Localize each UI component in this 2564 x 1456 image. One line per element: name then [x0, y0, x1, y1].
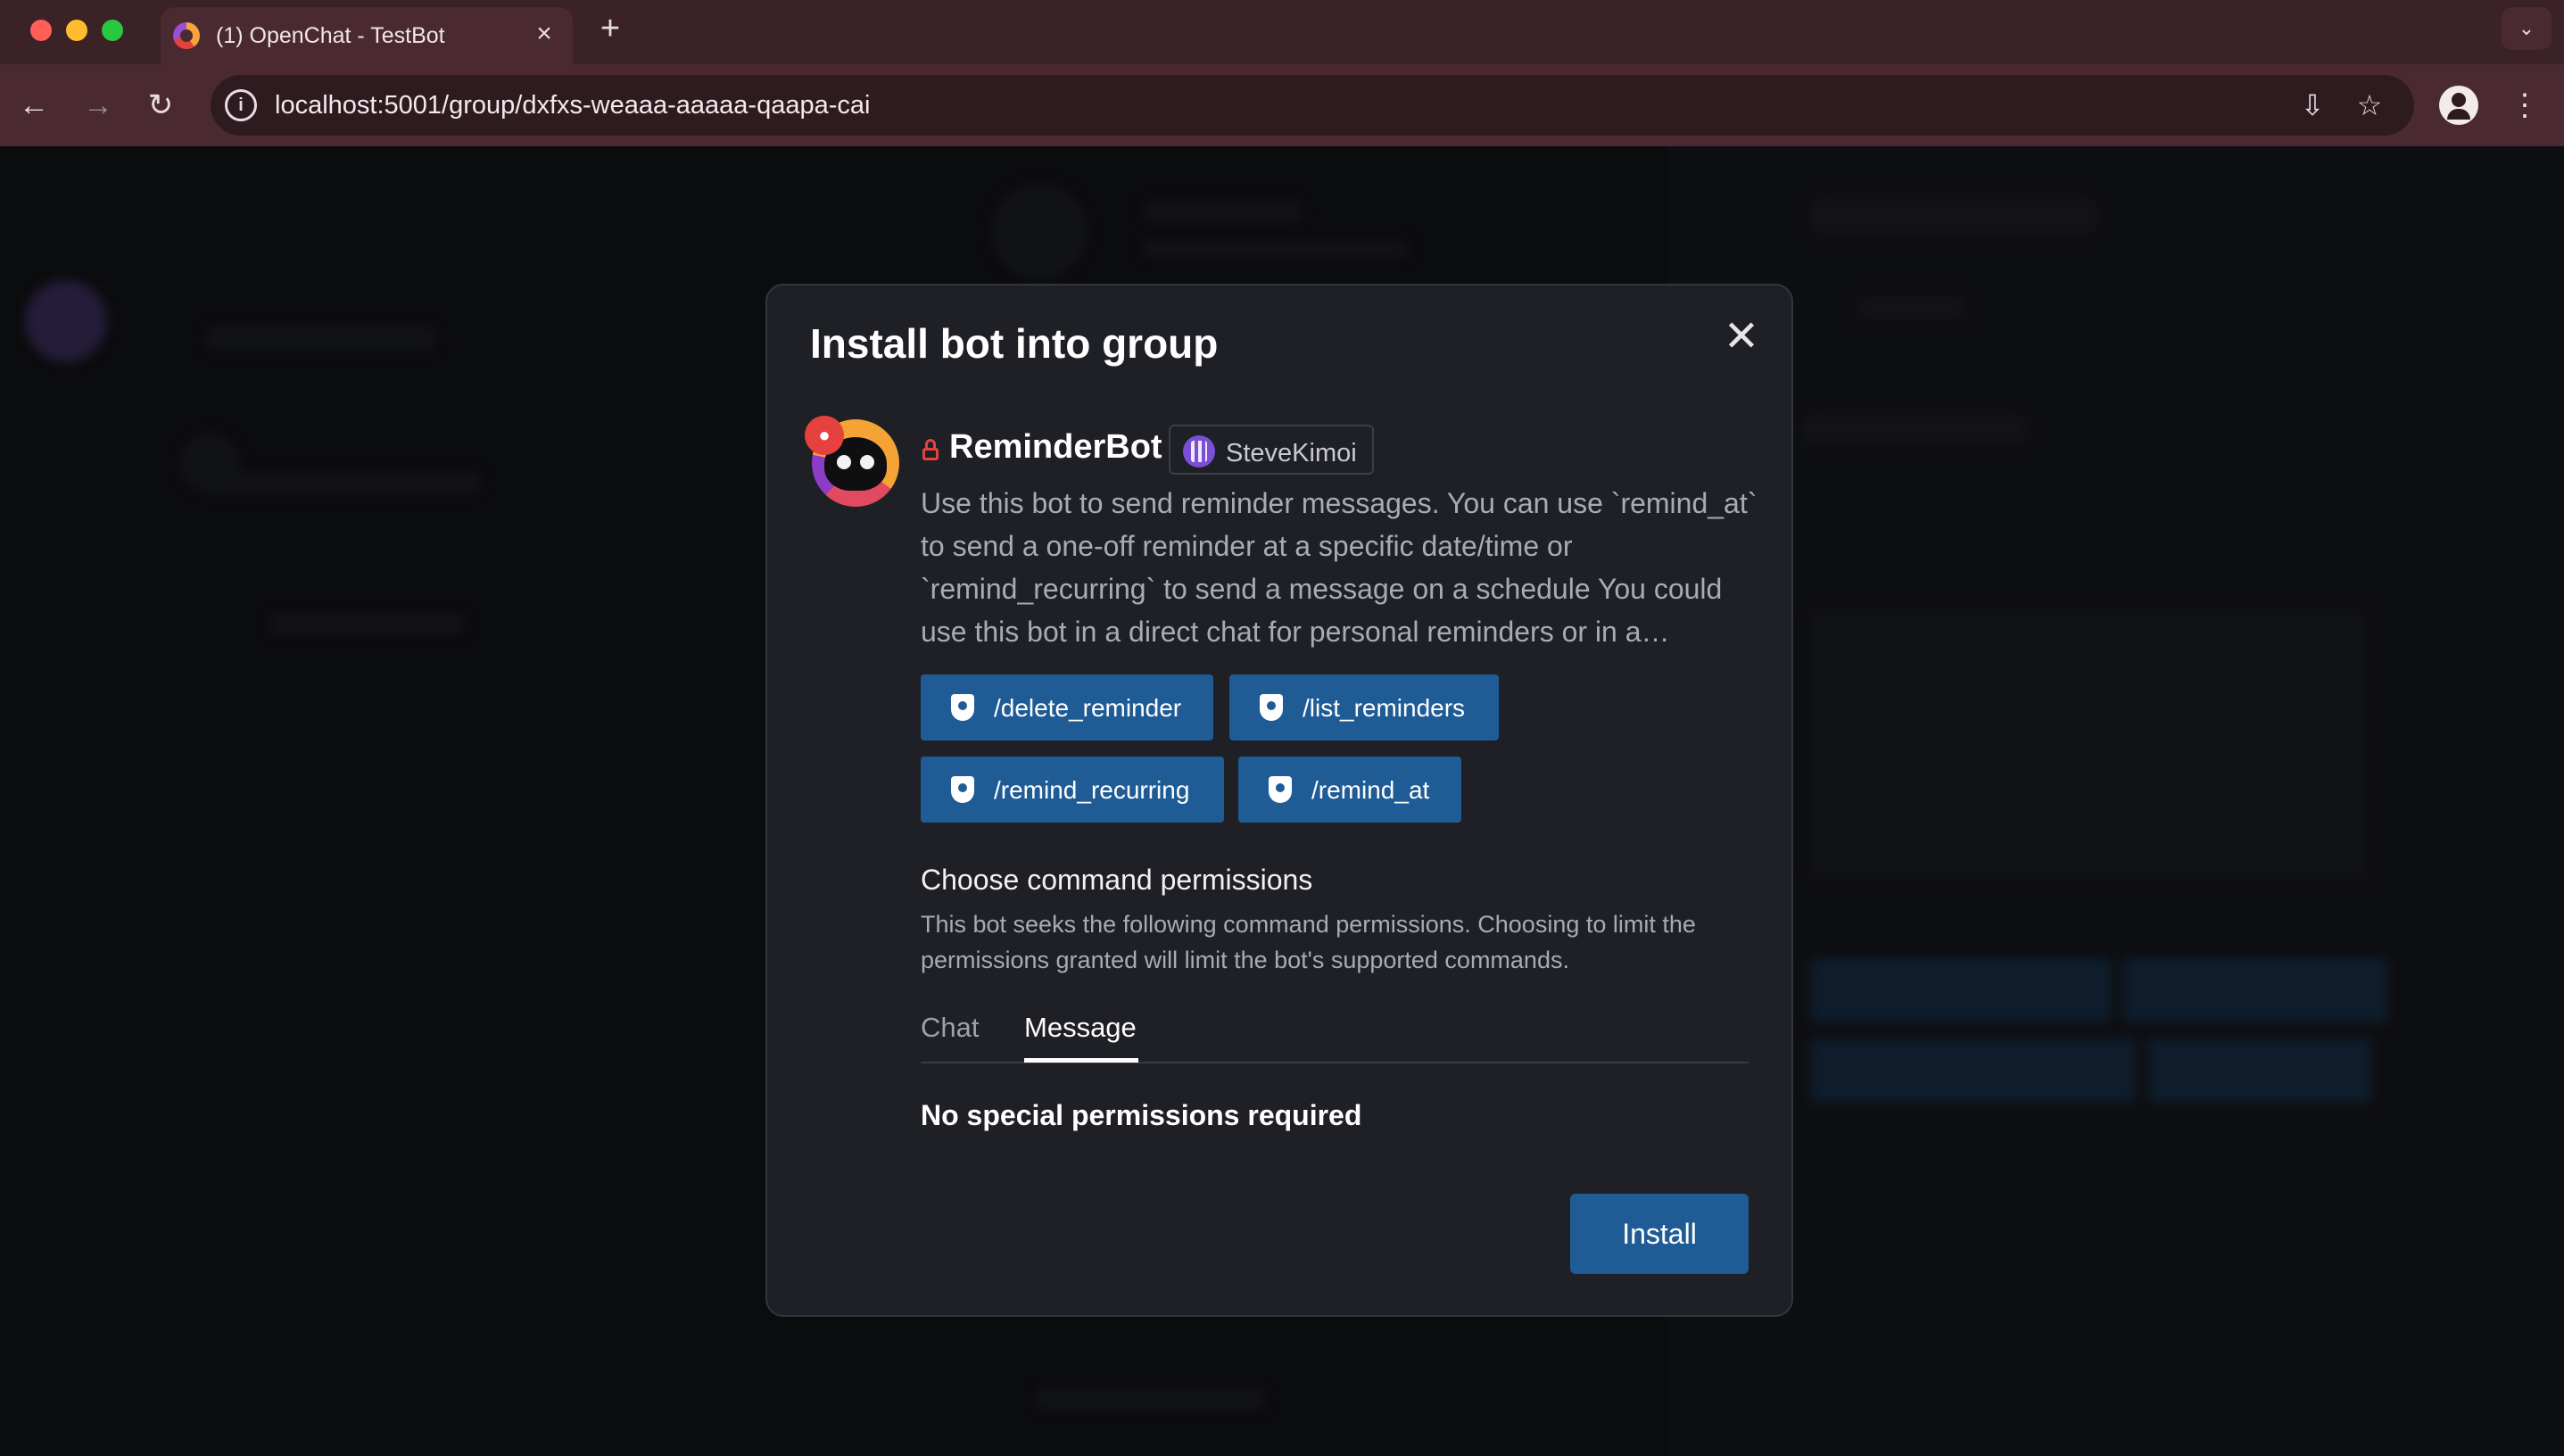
- command-label: /list_reminders: [1303, 694, 1466, 722]
- bookmark-star-icon[interactable]: ☆: [2352, 87, 2387, 123]
- command-label: /remind_recurring: [994, 776, 1190, 804]
- active-tab-indicator: [1024, 1058, 1138, 1063]
- install-app-icon[interactable]: ⇩: [2295, 87, 2330, 123]
- tab-close-icon[interactable]: ×: [530, 20, 558, 48]
- tab-strip: (1) OpenChat - TestBot × + ⌄: [0, 0, 2564, 64]
- site-info-icon[interactable]: i: [225, 89, 257, 121]
- shield-icon: [1269, 776, 1292, 803]
- command-remind-recurring-button[interactable]: /remind_recurring: [921, 757, 1224, 823]
- minimize-window-button[interactable]: [66, 20, 87, 41]
- maximize-window-button[interactable]: [102, 20, 123, 41]
- url-text[interactable]: localhost:5001/group/dxfxs-weaaa-aaaaa-q…: [275, 91, 870, 120]
- owner-name: SteveKimoi: [1226, 439, 1357, 467]
- install-bot-dialog: Install bot into group ✕ ● ReminderBot S…: [765, 284, 1793, 1317]
- command-delete-reminder-button[interactable]: /delete_reminder: [921, 674, 1213, 740]
- command-label: /remind_at: [1311, 776, 1430, 804]
- browser-toolbar: ← → ↻ i localhost:5001/group/dxfxs-weaaa…: [0, 64, 2564, 146]
- dialog-title: Install bot into group: [810, 320, 1219, 367]
- command-remind-at-button[interactable]: /remind_at: [1238, 757, 1461, 823]
- tab-search-button[interactable]: ⌄: [2502, 7, 2552, 50]
- bot-owner-chip[interactable]: SteveKimoi: [1169, 425, 1374, 475]
- shield-icon: [951, 776, 974, 803]
- owner-avatar: [1183, 435, 1215, 467]
- forward-button[interactable]: →: [79, 86, 118, 125]
- close-window-button[interactable]: [30, 20, 52, 41]
- tab-title: (1) OpenChat - TestBot: [216, 23, 445, 48]
- install-button[interactable]: Install: [1570, 1194, 1749, 1274]
- permission-tabs: Chat Message: [921, 1006, 1749, 1063]
- command-list-reminders-button[interactable]: /list_reminders: [1229, 674, 1499, 740]
- shield-icon: [951, 694, 974, 721]
- shield-icon: [1260, 694, 1283, 721]
- tab-message[interactable]: Message: [1024, 1012, 1137, 1044]
- close-icon[interactable]: ✕: [1722, 316, 1761, 359]
- browser-tab[interactable]: (1) OpenChat - TestBot ×: [161, 7, 573, 64]
- address-bar[interactable]: i localhost:5001/group/dxfxs-weaaa-aaaaa…: [211, 75, 2414, 136]
- robot-eye: [860, 455, 874, 469]
- robot-eye: [837, 455, 851, 469]
- bot-badge-icon: ●: [805, 416, 844, 455]
- bot-description: Use this bot to send reminder messages. …: [921, 487, 1758, 648]
- lock-icon: [922, 439, 939, 460]
- bot-name: ReminderBot: [949, 428, 1162, 466]
- tab-chat[interactable]: Chat: [921, 1012, 979, 1044]
- profile-avatar-icon[interactable]: [2439, 86, 2478, 125]
- openchat-favicon-icon: [173, 22, 200, 49]
- back-button[interactable]: ←: [14, 86, 54, 125]
- new-tab-button[interactable]: +: [592, 11, 628, 46]
- permissions-description: This bot seeks the following command per…: [921, 911, 1696, 973]
- browser-menu-icon[interactable]: ⋮: [2507, 84, 2543, 127]
- permissions-heading: Choose command permissions: [921, 864, 1313, 896]
- browser-window: (1) OpenChat - TestBot × + ⌄ ← → ↻ i loc…: [0, 0, 2564, 1456]
- no-permissions-text: No special permissions required: [921, 1099, 1362, 1131]
- reload-button[interactable]: ↻: [141, 86, 180, 125]
- command-label: /delete_reminder: [994, 694, 1182, 722]
